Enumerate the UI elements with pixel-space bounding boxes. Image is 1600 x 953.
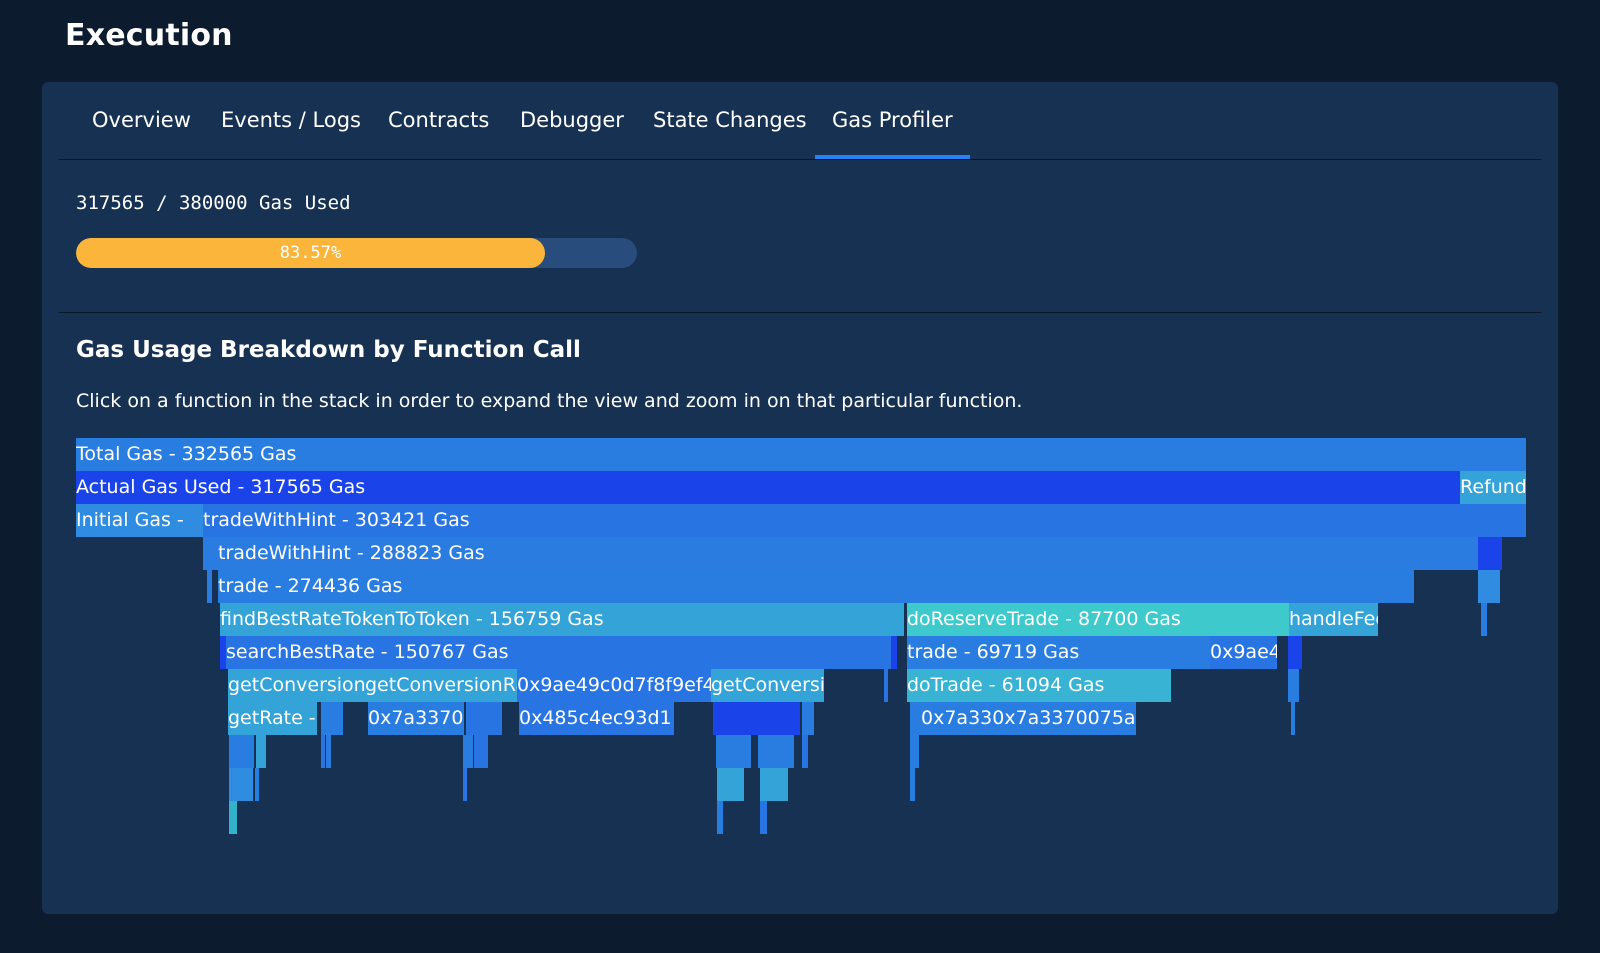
flame-frame-small[interactable] (229, 768, 253, 801)
flame-frame-small[interactable] (884, 669, 888, 702)
flame-frame-getconversionrate-3[interactable]: getConversionRate (711, 669, 824, 702)
flame-graph: Total Gas - 332565 Gas Actual Gas Used -… (76, 438, 1526, 848)
flame-frame-handlefees[interactable]: handleFees (1289, 603, 1378, 636)
flame-frame-small[interactable] (1288, 636, 1302, 669)
flame-frame-small[interactable] (229, 801, 237, 834)
flame-frame-small[interactable] (891, 636, 897, 669)
flame-frame-0x9ae49c0d[interactable]: 0x9ae49c0d7f8f9ef4b (517, 669, 711, 702)
flame-frame-small[interactable] (326, 735, 331, 768)
flame-frame-small[interactable] (207, 570, 212, 603)
flame-frame-small[interactable] (229, 735, 254, 768)
flame-frame-refund[interactable]: Refund (1460, 471, 1526, 504)
tab-gas-profiler[interactable]: Gas Profiler (815, 82, 970, 159)
flame-frame-small[interactable] (1291, 702, 1295, 735)
flame-frame-trade-outer[interactable]: trade - 274436 Gas (218, 570, 1414, 603)
flame-frame-small[interactable] (760, 801, 767, 834)
flame-frame-small[interactable] (760, 768, 788, 801)
flame-frame-0x485c4ec93d1[interactable]: 0x485c4ec93d1 (519, 702, 674, 735)
flame-frame-small[interactable] (1478, 537, 1502, 570)
flame-frame-small[interactable] (255, 768, 259, 801)
flame-frame-small[interactable] (910, 735, 919, 768)
flame-frame-small[interactable] (474, 735, 488, 768)
flame-frame-small[interactable] (802, 702, 814, 735)
breakdown-description: Click on a function in the stack in orde… (76, 390, 1023, 412)
flame-frame-searchbestrate[interactable]: searchBestRate - 150767 Gas (226, 636, 891, 669)
page-title: Execution (65, 18, 233, 53)
flame-frame-small[interactable] (321, 702, 343, 735)
flame-frame-tradewithhint-outer[interactable]: tradeWithHint - 303421 Gas (203, 504, 1526, 537)
flame-frame-getconversionrate-2[interactable]: getConversionRate (365, 669, 517, 702)
flame-frame-getconversionrate-1[interactable]: getConversionRate (228, 669, 365, 702)
flame-frame-small[interactable] (716, 735, 751, 768)
execution-panel: Overview Events / Logs Contracts Debugge… (42, 82, 1558, 914)
flame-frame-findbestrate[interactable]: findBestRateTokenToToken - 156759 Gas (220, 603, 904, 636)
flame-frame-small[interactable] (910, 702, 921, 735)
tab-debugger[interactable]: Debugger (520, 82, 624, 159)
tab-overview[interactable]: Overview (92, 82, 191, 159)
flame-frame-small[interactable] (758, 735, 794, 768)
tab-bar: Overview Events / Logs Contracts Debugge… (59, 82, 1541, 160)
flame-frame-small[interactable] (321, 735, 325, 768)
flame-frame-0x7a3370[interactable]: 0x7a3370075a54 (368, 702, 464, 735)
gas-used-summary: 317565 / 380000 Gas Used (76, 192, 351, 214)
flame-frame-doreservetrade[interactable]: doReserveTrade - 87700 Gas (907, 603, 1289, 636)
flame-frame-initial-gas[interactable]: Initial Gas - (76, 504, 203, 537)
breakdown-title: Gas Usage Breakdown by Function Call (76, 337, 581, 363)
flame-frame-0x9ae4[interactable]: 0x9ae4 (1210, 636, 1277, 669)
flame-frame-small[interactable] (717, 801, 723, 834)
flame-frame-small[interactable] (463, 735, 473, 768)
flame-frame-small[interactable] (256, 735, 266, 768)
flame-frame-small[interactable] (1478, 570, 1500, 603)
flame-frame-small[interactable] (713, 702, 800, 735)
flame-frame-small[interactable] (717, 768, 744, 801)
section-divider (59, 312, 1541, 313)
flame-frame-getrate[interactable]: getRate - (228, 702, 317, 735)
flame-frame-0x7a330[interactable]: 0x7a330x7a3370075a54 (921, 702, 1136, 735)
flame-frame-small[interactable] (463, 768, 467, 801)
tab-state-changes[interactable]: State Changes (653, 82, 807, 159)
gas-progress-percent: 83.57% (279, 243, 342, 263)
flame-frame-total-gas[interactable]: Total Gas - 332565 Gas (76, 438, 1526, 471)
flame-frame-small[interactable] (910, 768, 915, 801)
flame-frame-tradewithhint-inner[interactable]: tradeWithHint - 288823 Gas (203, 537, 1478, 570)
flame-frame-small[interactable] (1288, 669, 1299, 702)
flame-frame-actual-gas-used[interactable]: Actual Gas Used - 317565 Gas (76, 471, 1460, 504)
flame-frame-small[interactable] (1481, 603, 1487, 636)
flame-frame-small[interactable] (466, 702, 502, 735)
flame-frame-small[interactable] (802, 735, 808, 768)
tab-contracts[interactable]: Contracts (388, 82, 489, 159)
flame-frame-trade-inner[interactable]: trade - 69719 Gas (907, 636, 1210, 669)
flame-frame-dotrade[interactable]: doTrade - 61094 Gas (907, 669, 1171, 702)
tab-events-logs[interactable]: Events / Logs (221, 82, 361, 159)
